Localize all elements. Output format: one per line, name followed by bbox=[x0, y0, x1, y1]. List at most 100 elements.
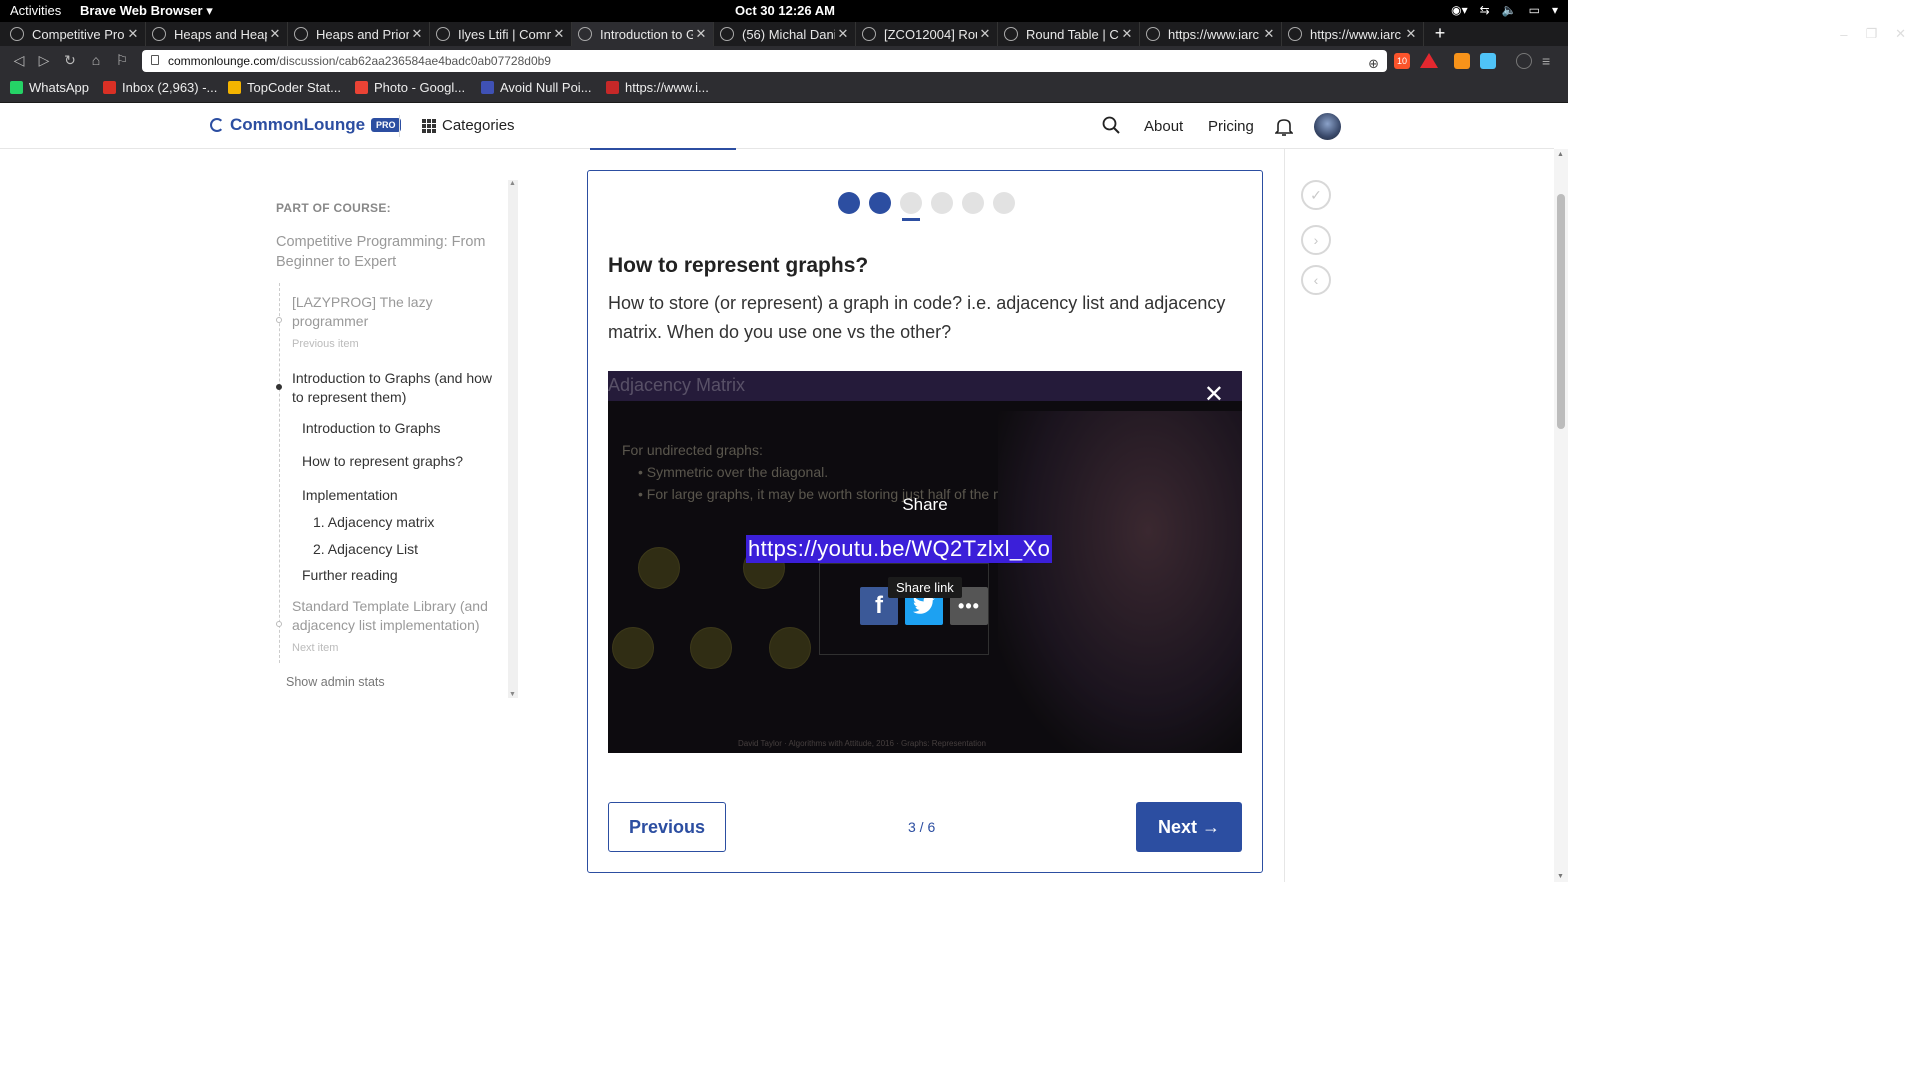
browser-tab[interactable]: [ZCO12004] Roun✕ bbox=[856, 22, 998, 46]
browser-tab[interactable]: Introduction to G ✕ bbox=[572, 22, 714, 46]
page-indicator: 3 / 6 bbox=[908, 819, 936, 835]
browser-tab[interactable]: https://www.iarc ✕ bbox=[1282, 22, 1424, 46]
tab-close-icon[interactable]: ✕ bbox=[1261, 26, 1277, 42]
bookmark-label: WhatsApp bbox=[29, 80, 89, 95]
progress-dot[interactable] bbox=[838, 192, 860, 214]
progress-dot[interactable] bbox=[931, 192, 953, 214]
bookmark-item[interactable]: TopCoder Stat... bbox=[228, 80, 341, 95]
sidebar-scrollbar[interactable]: ▲ ▼ bbox=[508, 180, 518, 698]
window-controls: – ❐ ✕ bbox=[1840, 22, 1906, 46]
close-window-icon[interactable]: ✕ bbox=[1895, 26, 1906, 42]
sidebar-section-link[interactable]: Implementation bbox=[302, 486, 512, 505]
tab-label: https://www.iarc bbox=[1310, 26, 1402, 42]
bookmark-icon[interactable]: ⚐ bbox=[113, 52, 131, 69]
forward-icon[interactable]: ▷ bbox=[35, 52, 53, 69]
accessibility-icon[interactable]: ◉▾ bbox=[1451, 3, 1468, 17]
browser-tab[interactable]: Competitive Prog ✕ bbox=[4, 22, 146, 46]
close-icon[interactable]: ✕ bbox=[1204, 383, 1224, 407]
home-icon[interactable]: ⌂ bbox=[87, 52, 105, 68]
about-link[interactable]: About bbox=[1144, 118, 1183, 135]
browser-tab[interactable]: https://www.iarc ✕ bbox=[1140, 22, 1282, 46]
tab-close-icon[interactable]: ✕ bbox=[1403, 26, 1419, 42]
bookmark-item[interactable]: Avoid Null Poi... bbox=[481, 80, 592, 95]
categories-menu[interactable]: Categories bbox=[422, 117, 515, 134]
site-logo[interactable]: CommonLounge PRO bbox=[210, 115, 401, 135]
sidebar-subsection-link[interactable]: 2. Adjacency List bbox=[313, 540, 523, 559]
progress-dot[interactable] bbox=[962, 192, 984, 214]
course-title-link[interactable]: Competitive Programming: From Beginner t… bbox=[276, 232, 500, 272]
video-player[interactable]: Adjacency Matrix For undirected graphs: … bbox=[608, 371, 1242, 753]
back-icon[interactable]: ◁ bbox=[10, 52, 28, 69]
brave-rewards-icon[interactable] bbox=[1420, 53, 1438, 68]
mark-complete-icon[interactable]: ✓ bbox=[1301, 180, 1331, 210]
tab-label: Heaps and Priorit bbox=[316, 26, 409, 42]
activities-button[interactable]: Activities bbox=[10, 3, 61, 18]
tab-close-icon[interactable]: ✕ bbox=[977, 26, 993, 42]
scroll-down-icon[interactable]: ▼ bbox=[1557, 873, 1564, 880]
scroll-up-icon[interactable]: ▲ bbox=[1557, 151, 1564, 158]
next-button[interactable]: Next → bbox=[1136, 802, 1242, 852]
tab-close-icon[interactable]: ✕ bbox=[693, 26, 709, 42]
scroll-up-icon[interactable]: ▲ bbox=[509, 180, 516, 187]
tab-close-icon[interactable]: ✕ bbox=[409, 26, 425, 42]
share-url[interactable]: https://youtu.be/WQ2Tzlxl_Xo bbox=[746, 535, 1053, 563]
scroll-down-icon[interactable]: ▼ bbox=[509, 691, 516, 698]
avatar[interactable] bbox=[1314, 113, 1341, 140]
bookmark-item[interactable]: Photo - Googl... bbox=[355, 80, 465, 95]
power-menu-icon[interactable]: ▾ bbox=[1552, 3, 1558, 17]
current-item-title[interactable]: Introduction to Graphs (and how to repre… bbox=[292, 369, 502, 407]
clock[interactable]: Oct 30 12:26 AM bbox=[735, 3, 835, 18]
progress-dot[interactable] bbox=[900, 192, 922, 221]
next-item-link[interactable]: Standard Template Library (and adjacency… bbox=[292, 597, 502, 658]
logo-icon bbox=[210, 118, 224, 132]
browser-tab[interactable]: Ilyes Ltifi | Comm ✕ bbox=[430, 22, 572, 46]
sidebar-section-link[interactable]: How to represent graphs? bbox=[302, 452, 512, 471]
bookmark-item[interactable]: Inbox (2,963) -... bbox=[103, 80, 217, 95]
maximize-icon[interactable]: ❐ bbox=[1865, 26, 1877, 42]
new-tab-button[interactable]: + bbox=[1430, 22, 1450, 46]
sidebar-section-link[interactable]: Further reading bbox=[302, 566, 512, 585]
reload-icon[interactable]: ↻ bbox=[61, 52, 79, 69]
address-bar[interactable]: commonlounge.com/discussion/cab62aa23658… bbox=[142, 50, 1387, 72]
prev-arrow-icon[interactable]: ‹ bbox=[1301, 265, 1331, 295]
extension-pen-icon[interactable] bbox=[1480, 53, 1496, 69]
progress-dot[interactable] bbox=[869, 192, 891, 214]
bookmark-favicon-icon bbox=[10, 81, 23, 94]
zoom-icon[interactable]: ⊕ bbox=[1368, 53, 1379, 75]
bookmark-label: Avoid Null Poi... bbox=[500, 80, 592, 95]
progress-dot[interactable] bbox=[993, 192, 1015, 214]
bookmark-item[interactable]: WhatsApp bbox=[10, 80, 89, 95]
bell-icon[interactable] bbox=[1274, 117, 1294, 140]
bookmark-favicon-icon bbox=[355, 81, 368, 94]
browser-tab[interactable]: Heaps and Heap ✕ bbox=[146, 22, 288, 46]
admin-stats-link[interactable]: Show admin stats bbox=[286, 675, 385, 689]
app-menu[interactable]: Brave Web Browser ▾ bbox=[80, 3, 213, 19]
sidebar-section-link[interactable]: Introduction to Graphs bbox=[302, 419, 512, 438]
bookmark-item[interactable]: https://www.i... bbox=[606, 80, 709, 95]
extension-icon[interactable] bbox=[1454, 53, 1470, 69]
previous-item-link[interactable]: [LAZYPROG] The lazy programmer Previous … bbox=[292, 293, 502, 354]
browser-tab[interactable]: Heaps and Priorit ✕ bbox=[288, 22, 430, 46]
system-tray[interactable]: ◉▾ ⇆ 🔈 ▭ ▾ bbox=[1451, 3, 1558, 17]
bookmark-favicon-icon bbox=[481, 81, 494, 94]
tab-close-icon[interactable]: ✕ bbox=[267, 26, 283, 42]
browser-tab[interactable]: (56) Michal Danil ✕ bbox=[714, 22, 856, 46]
profile-icon[interactable] bbox=[1516, 53, 1532, 69]
sidebar-subsection-link[interactable]: 1. Adjacency matrix bbox=[313, 513, 523, 532]
brave-shields-icon[interactable]: 10 bbox=[1394, 53, 1410, 69]
search-icon[interactable] bbox=[1102, 116, 1120, 140]
tab-favicon-icon bbox=[862, 27, 876, 41]
tab-close-icon[interactable]: ✕ bbox=[125, 26, 141, 42]
tab-close-icon[interactable]: ✕ bbox=[1119, 26, 1135, 42]
previous-button[interactable]: Previous bbox=[608, 802, 726, 852]
tab-close-icon[interactable]: ✕ bbox=[835, 26, 851, 42]
next-arrow-icon[interactable]: › bbox=[1301, 225, 1331, 255]
menu-icon[interactable]: ≡ bbox=[1542, 53, 1558, 69]
page-scrollbar[interactable]: ▲ ▼ bbox=[1554, 149, 1568, 882]
browser-tab[interactable]: Round Table | Co ✕ bbox=[998, 22, 1140, 46]
scrollbar-thumb[interactable] bbox=[1557, 194, 1565, 429]
card-title: How to represent graphs? bbox=[608, 254, 869, 277]
pricing-link[interactable]: Pricing bbox=[1208, 118, 1254, 135]
tab-close-icon[interactable]: ✕ bbox=[551, 26, 567, 42]
minimize-icon[interactable]: – bbox=[1840, 27, 1847, 42]
